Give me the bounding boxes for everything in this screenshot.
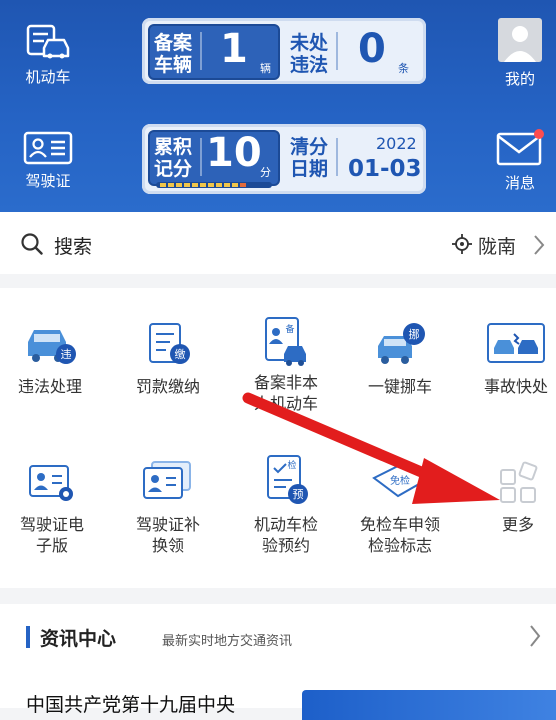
location-target-icon xyxy=(452,234,472,254)
mine-entry[interactable]: 我的 xyxy=(480,18,556,89)
service-violation[interactable]: 违 违法处理 xyxy=(0,320,106,397)
service-exempt-sticker[interactable]: 免检 免检车申领 检验标志 xyxy=(344,460,456,556)
points-summary-card[interactable]: 累积 记分 10 分 清分 日期 2022 01-03 xyxy=(142,124,426,194)
svg-text:预: 预 xyxy=(293,488,304,501)
car-violation-icon: 违 xyxy=(28,330,76,364)
location-label[interactable]: 陇南 xyxy=(478,232,516,259)
svg-text:备: 备 xyxy=(285,323,294,335)
violation-label-2: 违法 xyxy=(290,54,329,76)
service-label: 驾驶证补 换领 xyxy=(135,515,200,555)
clear-date: 01-03 xyxy=(348,156,422,182)
fine-payment-icon: 缴 xyxy=(149,323,190,364)
violation-label-1: 未处 xyxy=(290,32,329,54)
news-section: 资讯中心 最新实时地方交通资讯 中国共产党第十九届中央 xyxy=(0,604,556,720)
avatar-icon xyxy=(504,26,536,62)
svg-text:免检: 免检 xyxy=(390,474,410,487)
driver-license-entry[interactable]: 驾驶证 xyxy=(8,130,88,191)
service-license-replace[interactable]: 驾驶证补 换领 xyxy=(112,460,224,556)
points-label-2: 记分 xyxy=(154,158,193,180)
service-label: 更多 xyxy=(501,515,534,534)
chevron-right-icon[interactable] xyxy=(528,624,542,648)
avatar xyxy=(498,18,542,62)
search-bar[interactable]: 搜索 陇南 xyxy=(0,212,556,274)
service-more[interactable]: 更多 xyxy=(462,460,556,535)
unread-dot xyxy=(534,129,544,139)
divider xyxy=(336,138,338,176)
service-grid: 违 违法处理 缴 罚款缴纳 备 备案非本 人机动车 挪 一键挪车 事故快处 驾驶… xyxy=(0,288,556,588)
service-move-car[interactable]: 挪 一键挪车 xyxy=(344,320,456,397)
e-license-icon xyxy=(29,465,73,501)
clear-label-2: 日期 xyxy=(290,158,329,180)
service-accident[interactable]: 事故快处 xyxy=(460,320,556,397)
license-replace-icon xyxy=(143,461,191,499)
service-label: 一键挪车 xyxy=(367,377,432,396)
service-e-license[interactable]: 驾驶证电 子版 xyxy=(0,460,108,556)
message-entry[interactable]: 消息 xyxy=(480,128,556,193)
divider xyxy=(200,138,202,176)
news-article-title[interactable]: 中国共产党第十九届中央 xyxy=(26,690,235,717)
divider xyxy=(336,32,338,70)
registered-label-2: 车辆 xyxy=(154,54,193,76)
service-inspection-appointment[interactable]: 检 预 机动车检 验预约 xyxy=(230,454,342,556)
chevron-right-icon xyxy=(534,235,545,255)
service-fine[interactable]: 缴 罚款缴纳 xyxy=(112,320,224,397)
service-register-vehicle[interactable]: 备 备案非本 人机动车 xyxy=(230,316,342,414)
search-label: 搜索 xyxy=(54,236,93,258)
mine-label: 我的 xyxy=(504,70,535,88)
more-icon xyxy=(500,461,538,503)
news-article-thumbnail[interactable] xyxy=(302,690,556,720)
points-unit: 分 xyxy=(260,166,271,179)
service-label: 驾驶证电 子版 xyxy=(19,515,84,555)
section-accent-bar xyxy=(26,626,30,648)
svg-text:缴: 缴 xyxy=(175,347,186,361)
message-label: 消息 xyxy=(504,174,535,192)
clear-year: 2022 xyxy=(376,134,417,153)
svg-text:检: 检 xyxy=(287,459,296,471)
service-label: 违法处理 xyxy=(17,377,82,396)
violation-count: 0 xyxy=(358,26,386,72)
header-panel: 机动车 驾驶证 备案 车辆 1 辆 未处 违法 0 条 累积 记分 10 分 清… xyxy=(0,0,556,212)
points-label-1: 累积 xyxy=(154,136,193,158)
driver-license-label: 驾驶证 xyxy=(25,172,71,190)
divider xyxy=(200,32,202,70)
points-progress-bar xyxy=(156,182,272,188)
service-label: 机动车检 验预约 xyxy=(253,515,318,555)
points-value: 10 xyxy=(206,130,262,176)
service-label: 事故快处 xyxy=(483,377,548,396)
violation-unit: 条 xyxy=(398,62,409,75)
exempt-sticker-icon: 免检 xyxy=(372,462,428,498)
inspection-appointment-icon: 检 预 xyxy=(267,455,308,504)
service-label: 备案非本 人机动车 xyxy=(253,373,318,413)
envelope-icon xyxy=(496,129,544,166)
motor-vehicle-entry[interactable]: 机动车 xyxy=(8,22,88,87)
registered-unit: 辆 xyxy=(260,62,271,75)
vehicle-summary-card[interactable]: 备案 车辆 1 辆 未处 违法 0 条 xyxy=(142,18,426,84)
move-car-icon: 挪 xyxy=(378,323,425,364)
service-label: 罚款缴纳 xyxy=(135,377,200,396)
motor-vehicle-label: 机动车 xyxy=(25,68,71,86)
news-subtitle: 最新实时地方交通资讯 xyxy=(162,634,293,649)
clear-label-1: 清分 xyxy=(290,136,329,158)
svg-text:违: 违 xyxy=(61,348,72,361)
motor-vehicle-icon xyxy=(26,24,70,59)
registered-label-1: 备案 xyxy=(154,32,193,54)
service-label: 免检车申领 检验标志 xyxy=(359,515,440,555)
search-icon xyxy=(21,233,43,255)
registered-count: 1 xyxy=(220,26,248,72)
accident-icon xyxy=(487,323,545,363)
register-vehicle-icon: 备 xyxy=(265,317,306,366)
svg-text:挪: 挪 xyxy=(409,327,420,341)
news-title: 资讯中心 xyxy=(40,628,117,650)
driver-license-icon xyxy=(23,131,73,165)
